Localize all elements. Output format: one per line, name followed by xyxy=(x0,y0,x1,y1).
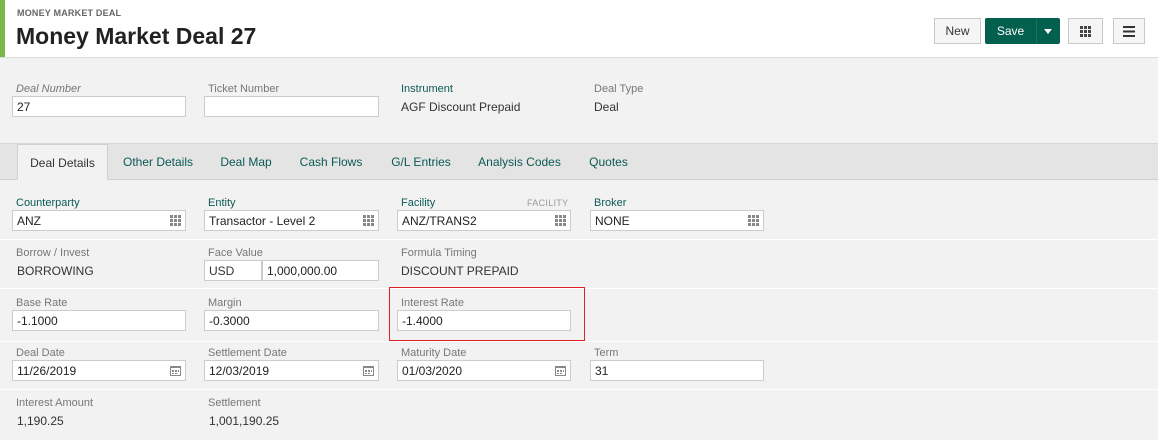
entity-value: Transactor - Level 2 xyxy=(209,214,316,228)
new-button[interactable]: New xyxy=(934,18,981,44)
interest-rate-input[interactable]: -1.4000 xyxy=(397,310,571,331)
grid-picker-icon[interactable] xyxy=(170,215,181,226)
facility-label: Facility xyxy=(401,197,436,209)
facility-tag: FACILITY xyxy=(527,198,569,208)
maturity-date-label: Maturity Date xyxy=(401,347,467,359)
caret-down-icon xyxy=(1044,28,1052,34)
apps-grid-button[interactable] xyxy=(1068,18,1103,44)
deal-date-input[interactable]: 11/26/2019 xyxy=(12,360,186,381)
facility-input[interactable]: ANZ/TRANS2 xyxy=(397,210,571,231)
term-input[interactable]: 31 xyxy=(590,360,764,381)
ticket-number-label: Ticket Number xyxy=(208,83,280,95)
tab-quotes[interactable]: Quotes xyxy=(580,144,637,180)
settlement-date-input[interactable]: 12/03/2019 xyxy=(204,360,379,381)
calendar-icon[interactable] xyxy=(555,365,566,376)
grid-picker-icon[interactable] xyxy=(363,215,374,226)
broker-input[interactable]: NONE xyxy=(590,210,764,231)
entity-input[interactable]: Transactor - Level 2 xyxy=(204,210,379,231)
ticket-number-input[interactable] xyxy=(204,96,379,117)
tab-cash-flows[interactable]: Cash Flows xyxy=(291,144,371,180)
face-value-currency[interactable]: USD xyxy=(204,260,262,281)
save-button[interactable]: Save xyxy=(985,18,1036,44)
interest-amount-value: 1,190.25 xyxy=(17,414,64,428)
deal-date-label: Deal Date xyxy=(16,347,65,359)
deal-number-label: Deal Number xyxy=(16,83,81,95)
formula-timing-label: Formula Timing xyxy=(401,247,477,259)
grid-picker-icon[interactable] xyxy=(555,215,566,226)
row-divider xyxy=(0,389,1158,390)
maturity-date-value: 01/03/2020 xyxy=(402,364,463,378)
deal-date-value: 11/26/2019 xyxy=(17,364,77,378)
entity-label: Entity xyxy=(208,197,236,209)
borrow-invest-label: Borrow / Invest xyxy=(16,247,90,259)
counterparty-label: Counterparty xyxy=(16,197,80,209)
row-divider xyxy=(0,341,1158,342)
calendar-icon[interactable] xyxy=(170,365,181,376)
base-rate-input[interactable]: -1.1000 xyxy=(12,310,186,331)
term-label: Term xyxy=(594,347,619,359)
tab-deal-map[interactable]: Deal Map xyxy=(211,144,281,180)
instrument-label: Instrument xyxy=(401,83,453,95)
formula-timing-value: DISCOUNT PREPAID xyxy=(401,264,519,278)
tab-deal-details[interactable]: Deal Details xyxy=(17,144,108,181)
accent-bar xyxy=(0,0,5,57)
margin-label: Margin xyxy=(208,297,242,309)
page-kicker: MONEY MARKET DEAL xyxy=(17,8,122,18)
deal-type-value: Deal xyxy=(594,100,619,114)
calendar-icon[interactable] xyxy=(363,365,374,376)
settlement-label: Settlement xyxy=(208,397,261,409)
tab-other-details[interactable]: Other Details xyxy=(113,144,203,180)
broker-label: Broker xyxy=(594,197,627,209)
counterparty-input[interactable]: ANZ xyxy=(12,210,186,231)
borrow-invest-value: BORROWING xyxy=(17,264,94,278)
instrument-value: AGF Discount Prepaid xyxy=(401,100,521,114)
maturity-date-input[interactable]: 01/03/2020 xyxy=(397,360,571,381)
tab-analysis-codes[interactable]: Analysis Codes xyxy=(469,144,570,180)
deal-type-label: Deal Type xyxy=(594,83,644,95)
hamburger-icon xyxy=(1123,25,1135,37)
broker-value: NONE xyxy=(595,214,630,228)
deal-number-input[interactable]: 27 xyxy=(12,96,186,117)
face-value-label: Face Value xyxy=(208,247,263,259)
base-rate-label: Base Rate xyxy=(16,297,68,309)
deal-summary: Deal Number 27 Ticket Number Instrument … xyxy=(0,58,1158,143)
tab-bar: Deal Details Other Details Deal Map Cash… xyxy=(0,143,1158,181)
page-title: Money Market Deal 27 xyxy=(16,23,257,49)
margin-input[interactable]: -0.3000 xyxy=(204,310,379,331)
counterparty-value: ANZ xyxy=(17,214,41,228)
row-divider xyxy=(0,239,1158,240)
settlement-value: 1,001,190.25 xyxy=(209,414,280,428)
deal-details-panel: Counterparty ANZ Entity Transactor - Lev… xyxy=(0,180,1158,440)
settlement-date-value: 12/03/2019 xyxy=(209,364,270,378)
menu-button[interactable] xyxy=(1113,18,1145,44)
grid-picker-icon[interactable] xyxy=(748,215,759,226)
interest-rate-label: Interest Rate xyxy=(401,297,464,309)
tab-gl-entries[interactable]: G/L Entries xyxy=(381,144,461,180)
page-header: MONEY MARKET DEAL Money Market Deal 27 N… xyxy=(0,0,1158,58)
save-dropdown-button[interactable] xyxy=(1036,18,1060,44)
face-value-input[interactable]: 1,000,000.00 xyxy=(262,260,379,281)
interest-amount-label: Interest Amount xyxy=(16,397,94,409)
settlement-date-label: Settlement Date xyxy=(208,347,287,359)
facility-value: ANZ/TRANS2 xyxy=(402,214,477,228)
grid-icon xyxy=(1080,25,1091,37)
